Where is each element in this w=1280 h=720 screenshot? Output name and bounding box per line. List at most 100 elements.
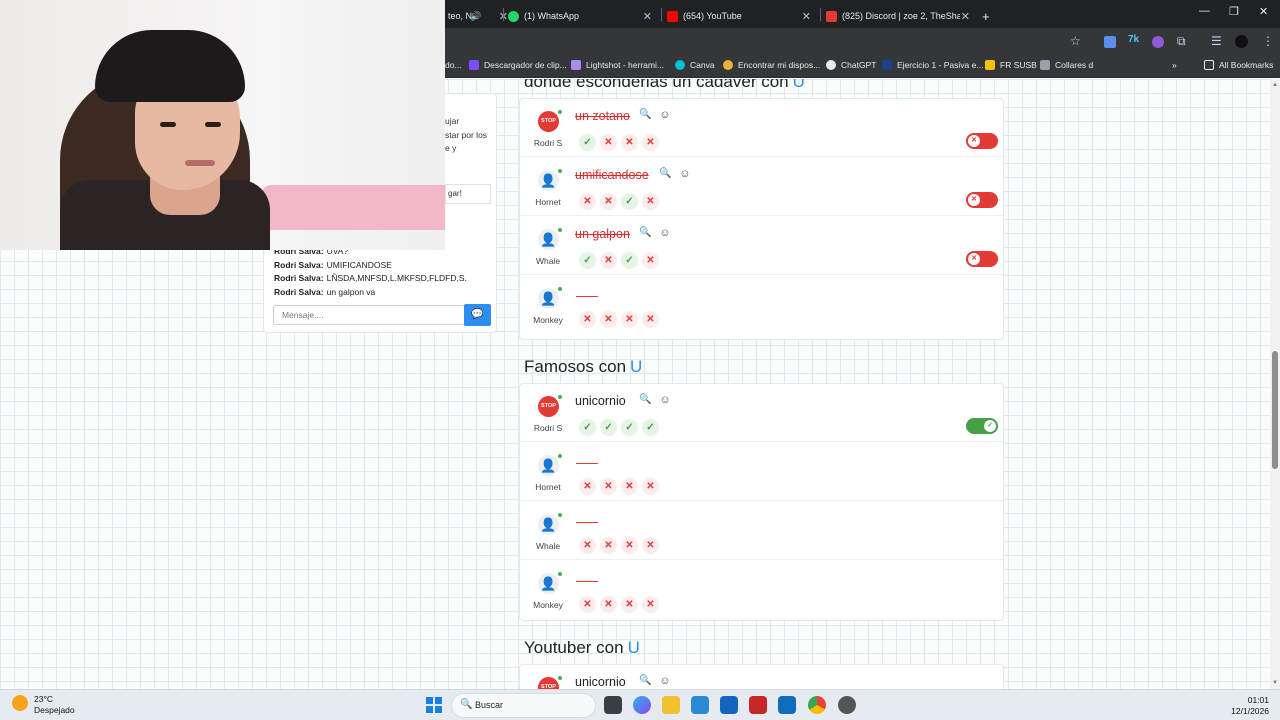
emoji-react-icon[interactable]: ☺ [659,109,670,121]
validity-toggle[interactable]: ✕ [966,133,998,149]
tab-discord[interactable]: (825) Discord | zoe 2, TheShado ✕ [826,4,976,28]
cross-icon: ✕ [579,537,596,554]
check-icon: ✓ [600,419,617,436]
translate-icon[interactable] [1104,36,1116,48]
tab-whatsapp[interactable]: (1) WhatsApp ✕ [508,4,658,28]
search-icon[interactable]: 🔍 [659,168,671,179]
weather-icon[interactable] [12,695,28,711]
weather-description: Despejado [34,705,75,715]
avatar[interactable] [1235,35,1248,48]
windows-start-icon[interactable] [426,697,442,713]
validity-toggle[interactable]: ✕ [966,192,998,208]
search-icon[interactable]: 🔍 [639,227,651,238]
extension-icon[interactable]: 7k [1128,34,1139,45]
section-letter: U [630,357,643,376]
emoji-react-icon[interactable]: ☺ [659,675,670,687]
bookmark[interactable]: do... [445,60,462,70]
bookmark[interactable]: Canva [675,60,715,70]
media-icon[interactable]: ☰ [1211,34,1222,48]
stop-sign-icon: STOP [538,677,559,689]
mcafee-icon[interactable] [749,696,767,714]
task-view-icon[interactable] [604,696,622,714]
dell-icon[interactable] [720,696,738,714]
bookmark[interactable]: FR SUSB [985,60,1037,70]
more-bookmarks-icon[interactable]: » [1172,60,1177,70]
chrome-icon[interactable] [808,696,826,714]
player-name: Monkey [533,315,563,325]
youtube-icon [667,10,678,22]
bookmark[interactable]: Lightshot - herrami... [571,60,664,70]
clock-time[interactable]: 01:01 [1219,695,1269,705]
emoji-react-icon[interactable]: ☺ [659,394,670,406]
section-title: donde esconderias un cadaver con U [524,79,805,92]
scroll-down-icon[interactable]: ▼ [1272,680,1278,686]
bookmark[interactable]: Encontrar mi dispos... [723,60,820,70]
close-tab-icon[interactable]: ✕ [961,10,970,23]
bookmark[interactable]: Ejercicio 1 - Pasiva e... [882,60,983,70]
online-status-dot [558,676,562,680]
settings-icon[interactable] [838,696,856,714]
vote-marks: ✓ ✕ ✓ ✕ [579,252,663,269]
validity-toggle[interactable]: ✕ [966,251,998,267]
close-window-icon[interactable]: ✕ [1259,5,1268,18]
player-name: Rodri S [533,138,563,148]
puzzle-icon[interactable]: ⧉ [1177,34,1186,49]
vote-marks: ✕ ✕ ✕ ✕ [579,311,663,328]
chatgpt-icon [826,60,836,70]
extension-icon[interactable] [1152,36,1164,48]
taskbar-search[interactable]: 🔍 Buscar [451,693,596,718]
tab-label: (654) YouTube [683,11,742,21]
emoji-react-icon[interactable]: ☺ [659,227,670,239]
vote-marks: ✕ ✕ ✓ ✕ [579,193,663,210]
bookmark-label: Ejercicio 1 - Pasiva e... [897,60,984,70]
partial-panel-button[interactable]: gar! [445,184,491,204]
emoji-react-icon[interactable]: ☺ [679,168,690,180]
close-tab-icon[interactable]: ✕ [802,10,811,23]
cross-icon: ✕ [600,134,617,151]
answer-row: STOP Rodri Sun zotano 🔍 ☺ ✓ ✕ ✕ ✕ ✕ [520,99,1003,157]
chat-input[interactable] [273,305,465,325]
cross-icon: ✕ [600,478,617,495]
cross-icon: ✕ [642,252,659,269]
send-button[interactable]: 💬 [464,304,491,326]
section-title: Youtuber con U [524,638,640,658]
search-icon[interactable]: 🔍 [639,394,651,405]
tab-youtube[interactable]: (654) YouTube ✕ [667,4,817,28]
partial-text-line: e y [445,143,457,153]
validity-toggle[interactable]: ✓ [966,418,998,434]
store-icon[interactable] [691,696,709,714]
discord-icon [826,10,837,22]
menu-icon[interactable]: ⋮ [1262,34,1274,48]
copilot-icon[interactable] [633,696,651,714]
new-tab-button[interactable]: + [982,4,996,28]
bookmark-icon [723,60,733,70]
webcam-overlay [0,0,445,250]
cross-icon: ✕ [600,252,617,269]
tab-label: teo, N [448,11,473,21]
bookmark[interactable]: Collares d [1040,60,1093,70]
file-explorer-icon[interactable] [662,696,680,714]
bookmark-icon [571,60,581,70]
scroll-up-icon[interactable]: ▲ [1272,82,1278,88]
clock-date[interactable]: 12/1/2026 [1219,706,1269,716]
cross-icon: ✕ [600,311,617,328]
star-icon[interactable]: ☆ [1070,34,1081,48]
search-icon[interactable]: 🔍 [639,109,651,120]
bookmark[interactable]: ChatGPT [826,60,876,70]
all-bookmarks-button[interactable]: All Bookmarks [1204,60,1273,70]
close-tab-icon[interactable]: ✕ [643,10,652,23]
chat-username: Rodri Salva: [274,273,324,283]
bookmark[interactable]: Descargador de clip... [469,60,567,70]
restore-icon[interactable]: ❐ [1229,5,1239,18]
minimize-icon[interactable]: — [1199,5,1210,17]
online-status-dot [558,513,562,517]
scrollbar-thumb[interactable] [1272,351,1278,469]
user-icon: 👤 [538,455,559,476]
tab-partial[interactable]: teo, N 🔊 ✕ [448,4,508,28]
outlook-icon[interactable] [778,696,796,714]
search-icon[interactable]: 🔍 [639,675,651,686]
whatsapp-icon [508,10,519,22]
user-icon: 👤 [538,229,559,250]
page-scrollbar[interactable]: ▲ ▼ [1270,79,1280,689]
vote-marks: ✕ ✕ ✕ ✕ [579,537,663,554]
